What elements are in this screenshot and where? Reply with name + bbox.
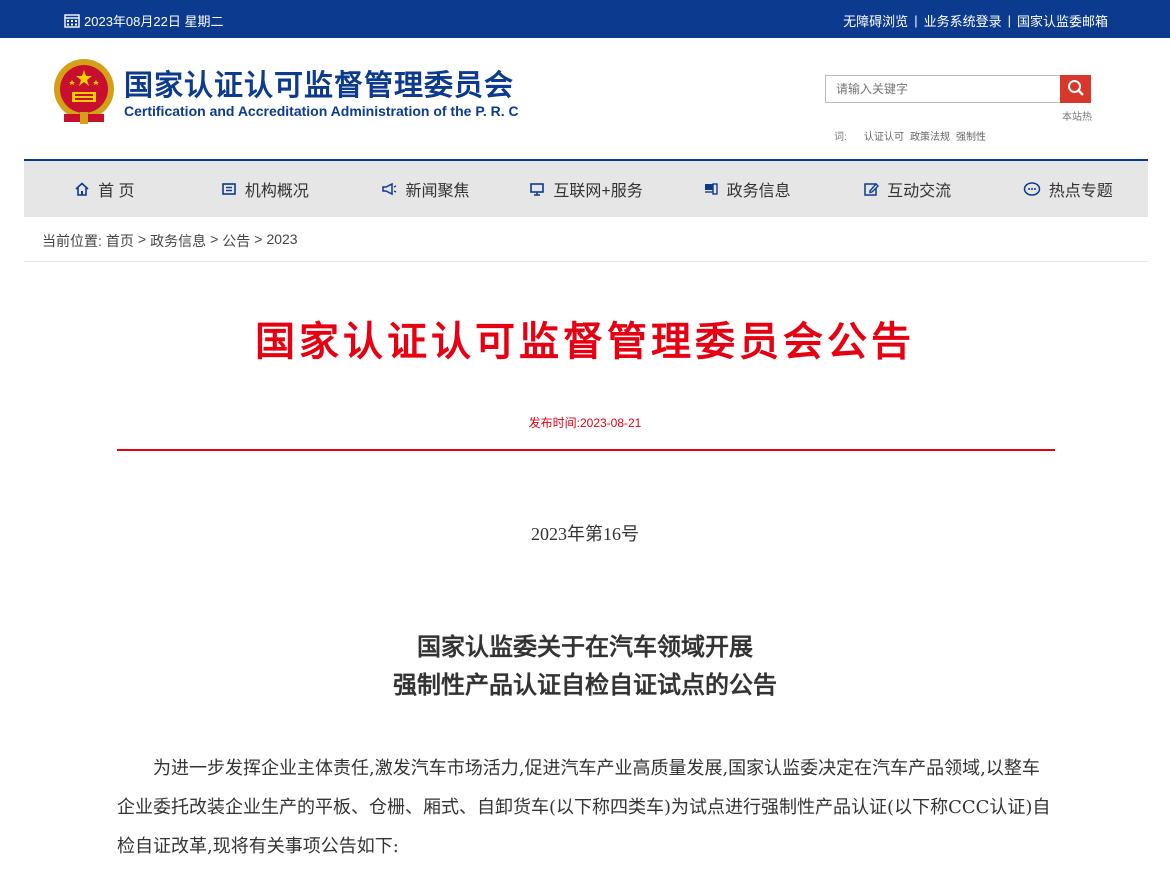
date-display: 2023年08月22日 星期二 xyxy=(64,11,223,30)
search-input[interactable] xyxy=(825,75,1061,103)
breadcrumb-government-info[interactable]: 政务信息 xyxy=(150,231,206,251)
breadcrumb-separator: > xyxy=(254,231,263,247)
chat-icon xyxy=(1023,181,1041,197)
breadcrumb-separator: > xyxy=(210,231,219,247)
nav-item-interaction[interactable]: 互动交流 xyxy=(827,161,988,217)
nav-item-label: 首 页 xyxy=(98,183,135,200)
building-icon xyxy=(221,181,237,197)
business-login-link[interactable]: 业务系统登录 xyxy=(924,11,1002,30)
megaphone-icon xyxy=(381,181,397,197)
accessibility-link[interactable]: 无障碍浏览 xyxy=(843,11,908,30)
hot-words-label: 本站热 xyxy=(1062,112,1092,123)
site-title[interactable]: 国家认证认可监督管理委员会 xyxy=(124,62,514,104)
article-title: 国家认证认可监督管理委员会公告 xyxy=(255,318,915,365)
hot-word[interactable]: 政策法规 xyxy=(910,128,950,143)
edit-icon xyxy=(863,181,880,197)
top-bar: 2023年08月22日 星期二 无障碍浏览 | 业务系统登录 | 国家认监委邮箱 xyxy=(0,0,1170,38)
link-separator: | xyxy=(1007,13,1011,28)
national-emblem-icon[interactable] xyxy=(50,56,118,126)
hot-word[interactable]: 认证认可 xyxy=(864,128,904,143)
link-separator: | xyxy=(914,13,918,28)
nav-item-about[interactable]: 机构概况 xyxy=(185,161,346,217)
breadcrumb-prefix: 当前位置: xyxy=(42,233,102,249)
document-number: 2023年第16号 xyxy=(531,524,639,544)
nav-item-label: 新闻聚焦 xyxy=(405,183,470,200)
breadcrumb-year[interactable]: 2023 xyxy=(266,231,297,251)
nav-item-label: 热点专题 xyxy=(1048,183,1113,200)
nav-item-government-info[interactable]: 政务信息 xyxy=(666,161,827,217)
search-button[interactable] xyxy=(1060,75,1091,103)
breadcrumb-home[interactable]: 首页 xyxy=(106,231,134,251)
hot-word[interactable]: 强制性 xyxy=(956,128,986,143)
home-icon xyxy=(74,181,90,197)
document-title: 国家认监委关于在汽车领域开展 强制性产品认证自检自证试点的公告 xyxy=(0,628,1170,704)
nav-item-news[interactable]: 新闻聚焦 xyxy=(345,161,506,217)
nav-item-hot-topics[interactable]: 热点专题 xyxy=(987,161,1148,217)
breadcrumb-divider xyxy=(24,261,1148,262)
breadcrumb: 当前位置: 首页 > 政务信息 > 公告 > 2023 xyxy=(42,231,298,251)
nav-item-internet-service[interactable]: 互联网+服务 xyxy=(506,161,667,217)
main-nav: 首 页 机构概况 新闻聚焦 互联网+服务 政务信息 互动交流 热点专题 xyxy=(24,161,1148,217)
nav-item-label: 互联网+服务 xyxy=(553,183,643,200)
date-text: 2023年08月22日 星期二 xyxy=(84,14,224,29)
site-header: 国家认证认可监督管理委员会 Certification and Accredit… xyxy=(0,38,1170,160)
document-title-line: 强制性产品认证自检自证试点的公告 xyxy=(393,670,777,699)
breadcrumb-separator: > xyxy=(137,231,147,247)
nav-item-home[interactable]: 首 页 xyxy=(24,161,185,217)
mailbox-link[interactable]: 国家认监委邮箱 xyxy=(1017,11,1108,30)
top-links: 无障碍浏览 | 业务系统登录 | 国家认监委邮箱 xyxy=(843,11,1108,30)
search-icon xyxy=(1067,79,1085,100)
nav-item-label: 机构概况 xyxy=(244,183,309,200)
hot-words-list: 认证认可 政策法规 强制性 xyxy=(864,128,986,143)
publish-date: 发布时间:2023-08-21 xyxy=(528,416,642,430)
title-divider xyxy=(117,449,1055,451)
monitor-icon xyxy=(529,181,545,197)
calendar-icon xyxy=(64,13,80,28)
breadcrumb-announcement[interactable]: 公告 xyxy=(222,231,250,251)
nav-item-label: 政务信息 xyxy=(726,183,791,200)
article-paragraph: 为进一步发挥企业主体责任,激发汽车市场活力,促进汽车产业高质量发展,国家认监委决… xyxy=(117,758,1051,857)
document-title-line: 国家认监委关于在汽车领域开展 xyxy=(417,632,753,661)
document-icon xyxy=(703,181,719,197)
nav-item-label: 互动交流 xyxy=(887,183,952,200)
site-subtitle: Certification and Accreditation Administ… xyxy=(124,103,519,119)
hot-words-label-suffix: 词: xyxy=(834,132,847,143)
